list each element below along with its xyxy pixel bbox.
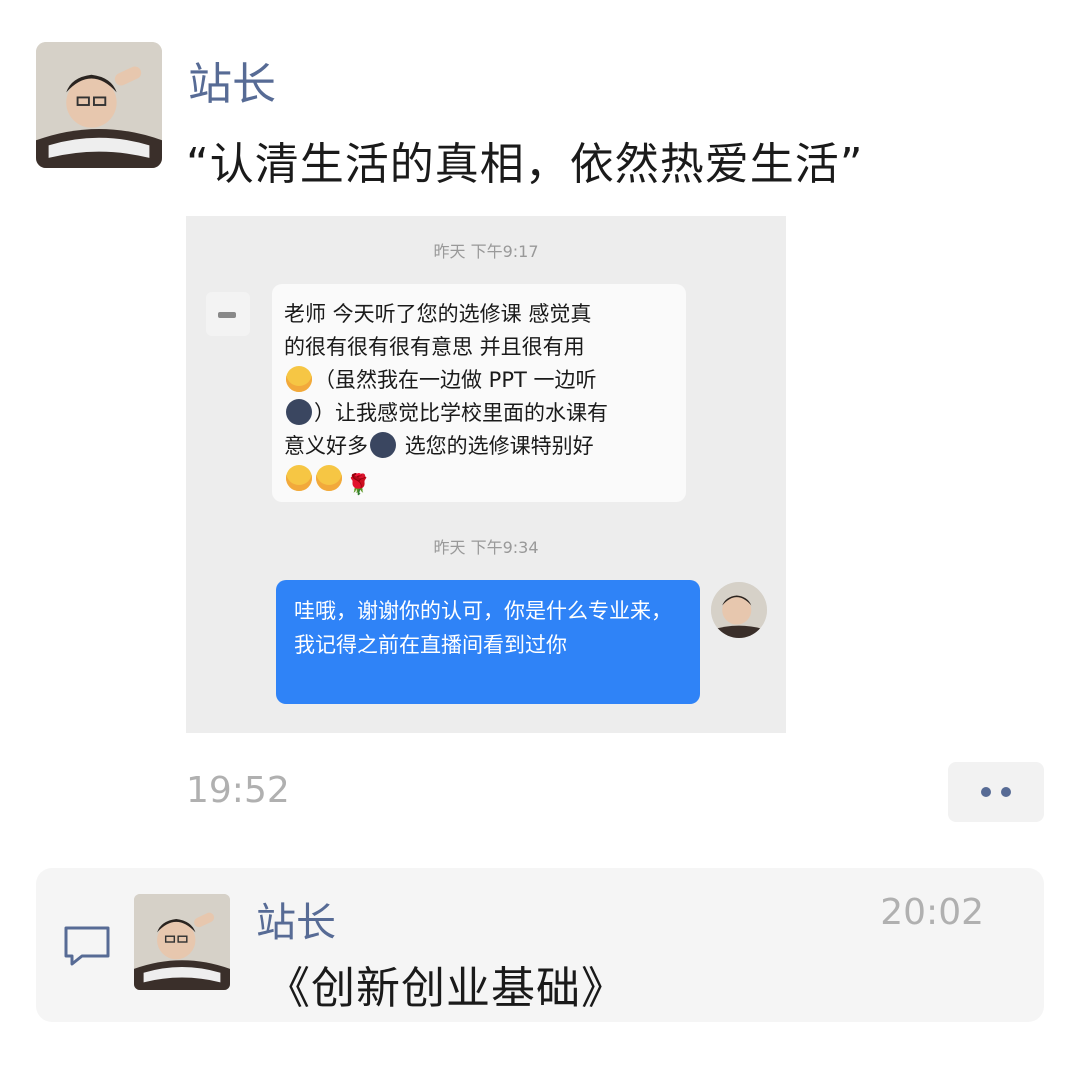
comment-time: 20:02: [880, 892, 984, 933]
incoming-message: 老师 今天听了您的选修课 感觉真 的很有很有很有意思 并且很有用 （虽然我在一边…: [272, 284, 686, 502]
message-line: ）让我感觉比学校里面的水课有: [284, 397, 674, 430]
message-line: 的很有很有很有意思 并且很有用: [284, 335, 585, 359]
comment-bubble-icon: [64, 926, 110, 966]
rose-emoji-icon: 🌹: [346, 472, 371, 496]
post-time: 19:52: [186, 770, 290, 811]
chat-timestamp: 昨天 下午9:17: [433, 242, 539, 261]
peer-avatar: [206, 292, 250, 336]
message-line: 意义好多 选您的选修课特别好: [284, 432, 594, 458]
comment-author-avatar[interactable]: [134, 894, 230, 990]
message-line: 🌹: [284, 463, 674, 496]
dot-icon: [1001, 787, 1011, 797]
post-image[interactable]: 昨天 下午9:17 老师 今天听了您的选修课 感觉真 的很有很有很有意思 并且很…: [186, 216, 786, 733]
outgoing-message: 哇哦，谢谢你的认可，你是什么专业来，我记得之前在直播间看到过你: [276, 580, 700, 704]
chat-timestamp: 昨天 下午9:34: [433, 538, 539, 557]
post-author-avatar[interactable]: [36, 42, 162, 168]
my-avatar: [711, 582, 767, 638]
more-actions-button[interactable]: [948, 762, 1044, 822]
dark-face-emoji-icon: [370, 432, 396, 458]
message-line: （虽然我在一边做 PPT 一边听: [284, 364, 674, 397]
message-line: 老师 今天听了您的选修课 感觉真: [284, 302, 592, 326]
grin-emoji-icon: [286, 366, 312, 392]
comment-author-name[interactable]: 站长: [256, 890, 336, 948]
comment-panel: 站长 20:02 《创新创业基础》: [36, 868, 1044, 1022]
comment-text: 《创新创业基础》: [266, 963, 626, 1014]
post-text: “认清生活的真相，依然热爱生活”: [186, 139, 864, 190]
post-author-name[interactable]: 站长: [188, 48, 276, 112]
dark-face-emoji-icon: [286, 399, 312, 425]
grin-emoji-icon: [316, 465, 342, 491]
dot-icon: [981, 787, 991, 797]
grin-emoji-icon: [286, 465, 312, 491]
